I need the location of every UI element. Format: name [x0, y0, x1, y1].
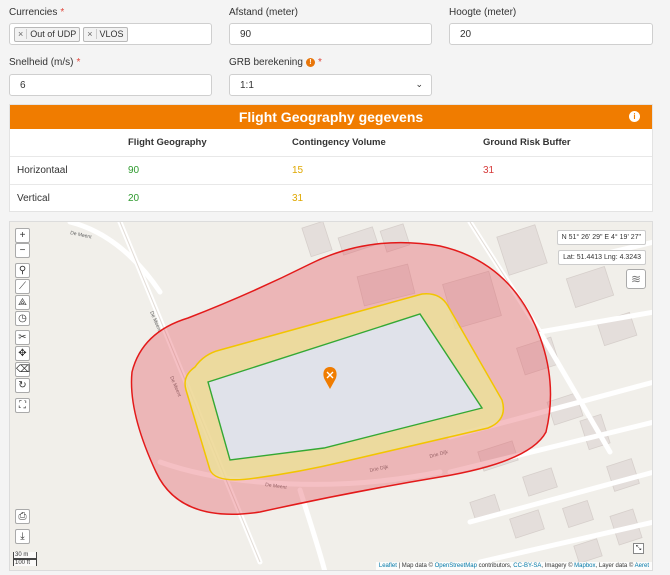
remove-tag-icon[interactable]: × [84, 29, 97, 39]
hoogte-label: Hoogte (meter) [449, 7, 517, 18]
ccbysa-link[interactable]: CC-BY-SA [513, 563, 541, 569]
col-header-ground-risk-buffer: Ground Risk Buffer [483, 137, 571, 148]
panel-header: Flight Geography gegevens i [10, 105, 652, 129]
map-view[interactable]: De Meent De Meent De Meent De Meent Drie… [9, 221, 653, 571]
eraser-icon[interactable]: ⌫ [15, 362, 30, 377]
flight-geography-panel: Flight Geography gegevens i Flight Geogr… [9, 104, 653, 212]
leaflet-link[interactable]: Leaflet [379, 563, 397, 569]
remove-tag-icon[interactable]: × [15, 29, 28, 39]
map-attribution: Leaflet | Map data © OpenStreetMap contr… [375, 562, 652, 570]
move-icon[interactable]: ✥ [15, 346, 30, 361]
scale-bar: 30 m 100 ft [13, 552, 37, 566]
ground-risk-value: 31 [483, 165, 495, 176]
afstand-input[interactable]: 90 [229, 23, 432, 45]
info-icon[interactable]: i [629, 111, 640, 122]
row-label: Vertical [17, 193, 50, 204]
currency-tag-vlos: × VLOS [83, 26, 128, 42]
layers-icon[interactable]: ≋ [626, 269, 646, 289]
scale-meters: 30 m [13, 552, 37, 559]
draw-marker-icon[interactable]: ⚲ [15, 263, 30, 278]
draw-polygon-icon[interactable]: ⟁ [15, 295, 30, 310]
table-row: Vertical 20 31 [10, 185, 652, 213]
col-header-flight-geography: Flight Geography [128, 137, 207, 148]
osm-link[interactable]: OpenStreetMap [435, 563, 477, 569]
afstand-label: Afstand (meter) [229, 7, 298, 18]
street-label: De Meent [70, 230, 93, 241]
draw-circle-icon[interactable]: ◷ [15, 311, 30, 326]
map-canvas[interactable]: De Meent De Meent De Meent De Meent Drie… [10, 222, 653, 571]
chevron-down-icon: ⌄ [415, 79, 423, 89]
rotate-icon[interactable]: ↻ [15, 378, 30, 393]
row-label: Horizontaal [17, 165, 68, 176]
grb-label: GRB berekening! * [229, 57, 322, 68]
flight-geography-value: 20 [128, 193, 140, 204]
scale-feet: 100 ft [13, 559, 37, 566]
col-header-contingency-volume: Contingency Volume [292, 137, 386, 148]
snelheid-label: Snelheid (m/s) * [9, 57, 81, 68]
aeret-link[interactable]: Aeret [635, 563, 649, 569]
contingency-value: 31 [292, 193, 304, 204]
mapbox-link[interactable]: Mapbox [574, 563, 595, 569]
expand-icon[interactable]: ⤡ [633, 543, 644, 554]
download-icon[interactable]: ⤓ [15, 529, 30, 544]
info-icon[interactable]: ! [305, 57, 315, 67]
panel-title: Flight Geography gegevens [238, 109, 424, 125]
coords-dms: N 51° 26' 29" E 4° 19' 27" [556, 230, 646, 245]
cut-icon[interactable]: ✂ [15, 330, 30, 345]
contingency-value: 15 [292, 165, 304, 176]
draw-polyline-icon[interactable]: ⟋ [15, 279, 30, 294]
flight-geography-value: 90 [128, 165, 140, 176]
grb-select[interactable]: 1:1 ⌄ [229, 74, 432, 96]
table-header-row: Flight Geography Contingency Volume Grou… [10, 129, 652, 157]
snelheid-input[interactable]: 6 [9, 74, 212, 96]
coords-decimal: Lat: 51.4413 Lng: 4.3243 [558, 250, 646, 265]
zoom-in-button[interactable]: + [15, 228, 30, 243]
print-icon[interactable]: ⎙ [15, 509, 30, 524]
currencies-multiselect[interactable]: × Out of UDP × VLOS [9, 23, 212, 45]
table-row: Horizontaal 90 15 31 [10, 157, 652, 185]
currency-tag-out-of-udp: × Out of UDP [14, 26, 81, 42]
hoogte-input[interactable]: 20 [449, 23, 653, 45]
currencies-label: Currencies * [9, 7, 65, 18]
fullscreen-icon[interactable]: ⛶ [15, 398, 30, 413]
zoom-out-button[interactable]: − [15, 243, 30, 258]
